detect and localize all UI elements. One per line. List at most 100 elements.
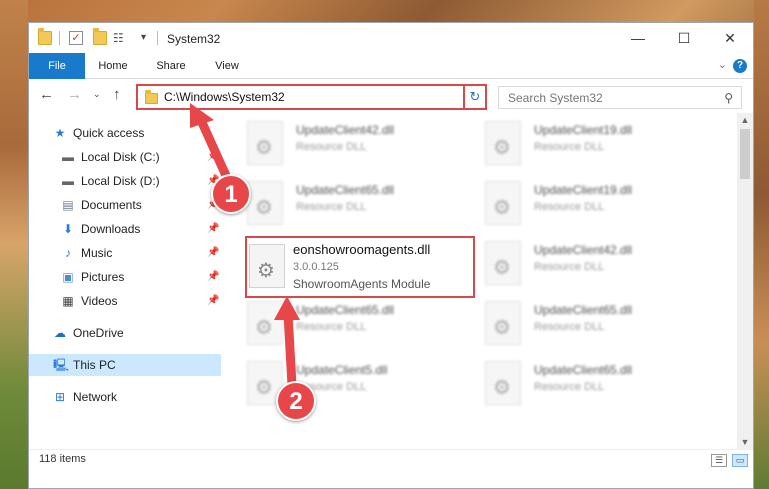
file-tile[interactable]: ⚙ UpdateClient65.dll Resource DLL [241, 297, 471, 351]
sidebar-item-quick-access[interactable]: ★ Quick access [29, 122, 221, 144]
close-button[interactable]: ✕ [707, 23, 753, 53]
address-bar[interactable]: C:\Windows\System32 ⌄ [136, 84, 485, 110]
title-bar: ✓ ☷ ▾ System32 — ☐ ✕ [29, 23, 753, 53]
chevron-down-icon[interactable]: ▾ [141, 31, 155, 45]
sidebar-item-videos[interactable]: ▦ Videos 📌 [29, 290, 221, 312]
pin-icon[interactable]: 📌 [207, 218, 219, 240]
explorer-window: ✓ ☷ ▾ System32 — ☐ ✕ File Home Share Vie… [28, 22, 754, 489]
file-name: UpdateClient19.dll [534, 183, 633, 197]
help-icon[interactable]: ? [733, 59, 747, 73]
download-icon: ⬇ [62, 222, 74, 236]
file-tile[interactable]: ⚙ UpdateClient19.dll Resource DLL [479, 117, 709, 171]
tab-file[interactable]: File [29, 53, 85, 79]
tiles-view-icon[interactable]: ▭ [732, 454, 748, 467]
dll-file-icon: ⚙ [485, 181, 521, 225]
sidebar-item-pictures[interactable]: ▣ Pictures 📌 [29, 266, 221, 288]
address-path[interactable]: C:\Windows\System32 [164, 90, 285, 104]
network-icon: ⊞ [54, 390, 66, 404]
recent-locations-icon[interactable]: ⌄ [93, 89, 101, 100]
refresh-button[interactable]: ↻ [463, 84, 487, 110]
maximize-button[interactable]: ☐ [661, 23, 707, 53]
sidebar-item-music[interactable]: ♪ Music 📌 [29, 242, 221, 264]
sidebar-item-documents[interactable]: ▤ Documents 📌 [29, 194, 221, 216]
dll-file-icon: ⚙ [485, 121, 521, 165]
highlighted-file-version: 3.0.0.125 [293, 261, 339, 273]
sidebar-item-onedrive[interactable]: ☁ OneDrive [29, 322, 221, 344]
file-name: UpdateClient65.dll [534, 363, 633, 377]
tab-share[interactable]: Share [147, 53, 195, 79]
file-name: UpdateClient65.dll [296, 303, 395, 317]
new-folder-icon[interactable] [93, 28, 107, 45]
callout-step-2: 2 [276, 381, 316, 421]
address-folder-icon [145, 90, 158, 104]
file-tile[interactable]: ⚙ UpdateClient42.dll Resource DLL [241, 117, 471, 171]
dll-file-icon: ⚙ [247, 301, 283, 345]
forward-arrow-icon[interactable]: → [67, 86, 82, 103]
sidebar-item-local-disk-d[interactable]: ▬ Local Disk (D:) 📌 [29, 170, 221, 192]
scroll-down-icon[interactable]: ▼ [737, 437, 753, 447]
drive-icon: ▬ [62, 174, 74, 188]
file-name: UpdateClient42.dll [534, 243, 633, 257]
highlighted-file-tile[interactable]: ⚙ eonshowroomagents.dll 3.0.0.125 Showro… [245, 236, 475, 298]
sidebar-item-downloads[interactable]: ⬇ Downloads 📌 [29, 218, 221, 240]
expand-ribbon-icon[interactable]: ⌄ [718, 58, 727, 71]
search-box[interactable]: ⚲ [498, 86, 742, 109]
highlighted-file-name: eonshowroomagents.dll [293, 242, 431, 257]
document-icon: ▤ [62, 198, 74, 212]
properties-icon[interactable]: ✓ [69, 31, 83, 45]
file-tile[interactable]: ⚙ UpdateClient65.dll Resource DLL [479, 357, 709, 411]
tab-view[interactable]: View [205, 53, 249, 79]
file-type: Resource DLL [534, 321, 605, 333]
ribbon-tabs: File Home Share View ⌄ ? [29, 53, 753, 79]
pin-icon[interactable]: 📌 [207, 266, 219, 288]
computer-icon: 🖳 [53, 358, 70, 372]
music-icon: ♪ [65, 246, 71, 260]
file-tile[interactable]: ⚙ UpdateClient19.dll Resource DLL [479, 177, 709, 231]
dll-file-icon: ⚙ [247, 121, 283, 165]
minimize-button[interactable]: — [615, 23, 661, 53]
quick-access-toolbar-icon[interactable]: ☷ [113, 31, 127, 45]
search-input[interactable] [499, 87, 709, 108]
dll-file-icon: ⚙ [249, 244, 285, 288]
details-view-icon[interactable]: ☰ [711, 454, 727, 467]
desktop-background-right [754, 0, 769, 489]
file-tile[interactable]: ⚙ UpdateClient42.dll Resource DLL [479, 237, 709, 291]
file-type: Resource DLL [534, 381, 605, 393]
highlighted-file-description: ShowroomAgents Module [293, 277, 431, 291]
dll-file-icon: ⚙ [247, 181, 283, 225]
tab-home[interactable]: Home [89, 53, 137, 79]
up-arrow-icon[interactable]: ↑ [113, 86, 121, 103]
vertical-scrollbar[interactable]: ▲ ▼ [737, 113, 753, 449]
window-title: System32 [167, 32, 221, 46]
file-tile[interactable]: ⚙ UpdateClient65.dll Resource DLL [241, 177, 471, 231]
item-count: 118 items [39, 453, 86, 465]
video-icon: ▦ [62, 294, 74, 308]
dll-file-icon: ⚙ [485, 241, 521, 285]
back-arrow-icon[interactable]: ← [39, 86, 54, 103]
search-icon[interactable]: ⚲ [724, 91, 733, 105]
file-type: Resource DLL [296, 141, 367, 153]
cloud-icon: ☁ [54, 326, 66, 340]
scroll-up-icon[interactable]: ▲ [737, 115, 753, 125]
desktop-background-left [0, 0, 28, 489]
star-icon: ★ [54, 126, 66, 140]
drive-icon: ▬ [62, 150, 74, 164]
file-tile[interactable]: ⚙ UpdateClient65.dll Resource DLL [479, 297, 709, 351]
file-type: Resource DLL [534, 261, 605, 273]
scroll-thumb[interactable] [740, 129, 750, 179]
sidebar-item-local-disk-c[interactable]: ▬ Local Disk (C:) 📌 [29, 146, 221, 168]
pin-icon[interactable]: 📌 [207, 146, 219, 168]
title-separator-2 [157, 31, 158, 45]
file-name: UpdateClient5.dll [296, 363, 388, 377]
file-type: Resource DLL [296, 201, 367, 213]
callout-step-1: 1 [211, 174, 251, 214]
folder-icon [38, 28, 52, 45]
dll-file-icon: ⚙ [485, 301, 521, 345]
pictures-icon: ▣ [62, 270, 74, 284]
pin-icon[interactable]: 📌 [207, 242, 219, 264]
sidebar-item-this-pc[interactable]: 🖳 This PC [29, 354, 221, 376]
pin-icon[interactable]: 📌 [207, 290, 219, 312]
file-name: UpdateClient65.dll [534, 303, 633, 317]
dll-file-icon: ⚙ [485, 361, 521, 405]
sidebar-item-network[interactable]: ⊞ Network [29, 386, 221, 408]
